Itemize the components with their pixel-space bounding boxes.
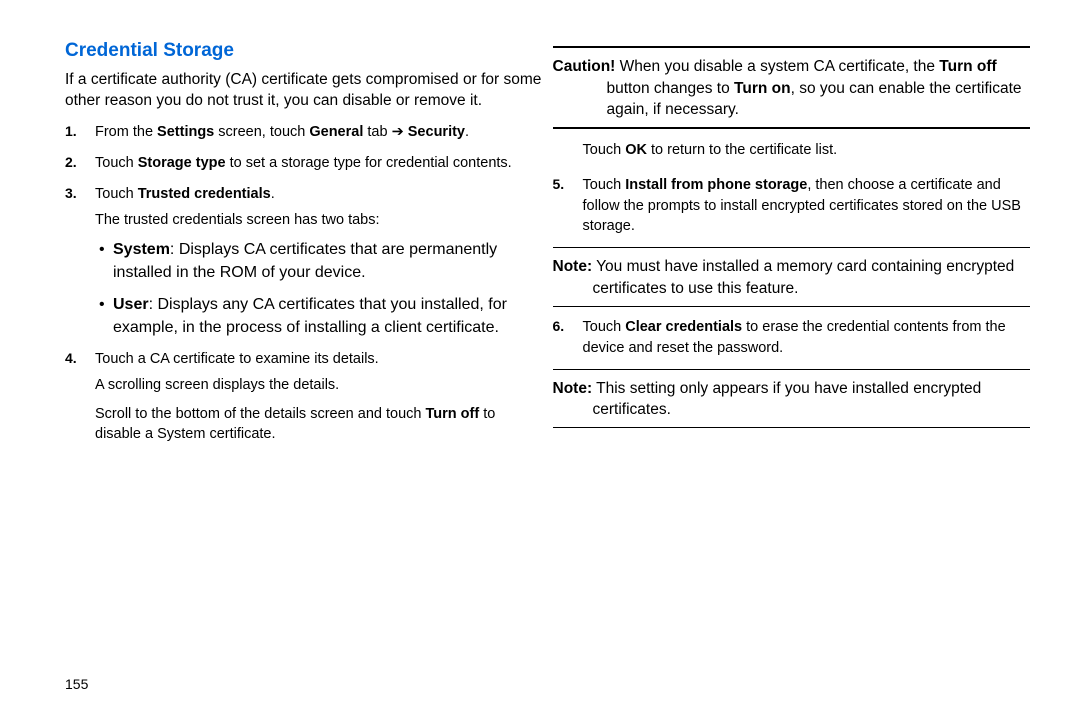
divider <box>553 46 1031 48</box>
left-column: Credential Storage If a certificate auth… <box>65 40 543 455</box>
divider <box>553 127 1031 129</box>
note-2: Note: This setting only appears if you h… <box>553 378 1031 421</box>
right-column: Caution! When you disable a system CA ce… <box>553 40 1031 455</box>
divider <box>553 306 1031 307</box>
step-6: 6. Touch Clear credentials to erase the … <box>583 317 1031 359</box>
ordered-list-right: Touch OK to return to the certificate li… <box>553 141 1031 237</box>
bullet-system: System: Displays CA certificates that ar… <box>113 238 543 284</box>
divider <box>553 369 1031 370</box>
page-number: 155 <box>65 676 88 692</box>
intro-paragraph: If a certificate authority (CA) certific… <box>65 70 543 112</box>
page-content: Credential Storage If a certificate auth… <box>0 0 1080 455</box>
step-4: 4. Touch a CA certificate to examine its… <box>95 349 543 445</box>
step-3: 3. Touch Trusted credentials. The truste… <box>95 184 543 339</box>
sub-bullets: System: Displays CA certificates that ar… <box>95 238 543 339</box>
caution-box: Caution! When you disable a system CA ce… <box>553 56 1031 121</box>
step-5: 5. Touch Install from phone storage, the… <box>583 175 1031 238</box>
ok-line: Touch OK to return to the certificate li… <box>583 141 1031 161</box>
step-2: 2. Touch Storage type to set a storage t… <box>95 153 543 174</box>
note-1: Note: You must have installed a memory c… <box>553 256 1031 299</box>
step-1: 1. From the Settings screen, touch Gener… <box>95 122 543 143</box>
section-heading: Credential Storage <box>65 40 543 62</box>
divider <box>553 247 1031 248</box>
bullet-user: User: Displays any CA certificates that … <box>113 293 543 339</box>
divider <box>553 427 1031 428</box>
ordered-list: 1. From the Settings screen, touch Gener… <box>65 122 543 445</box>
